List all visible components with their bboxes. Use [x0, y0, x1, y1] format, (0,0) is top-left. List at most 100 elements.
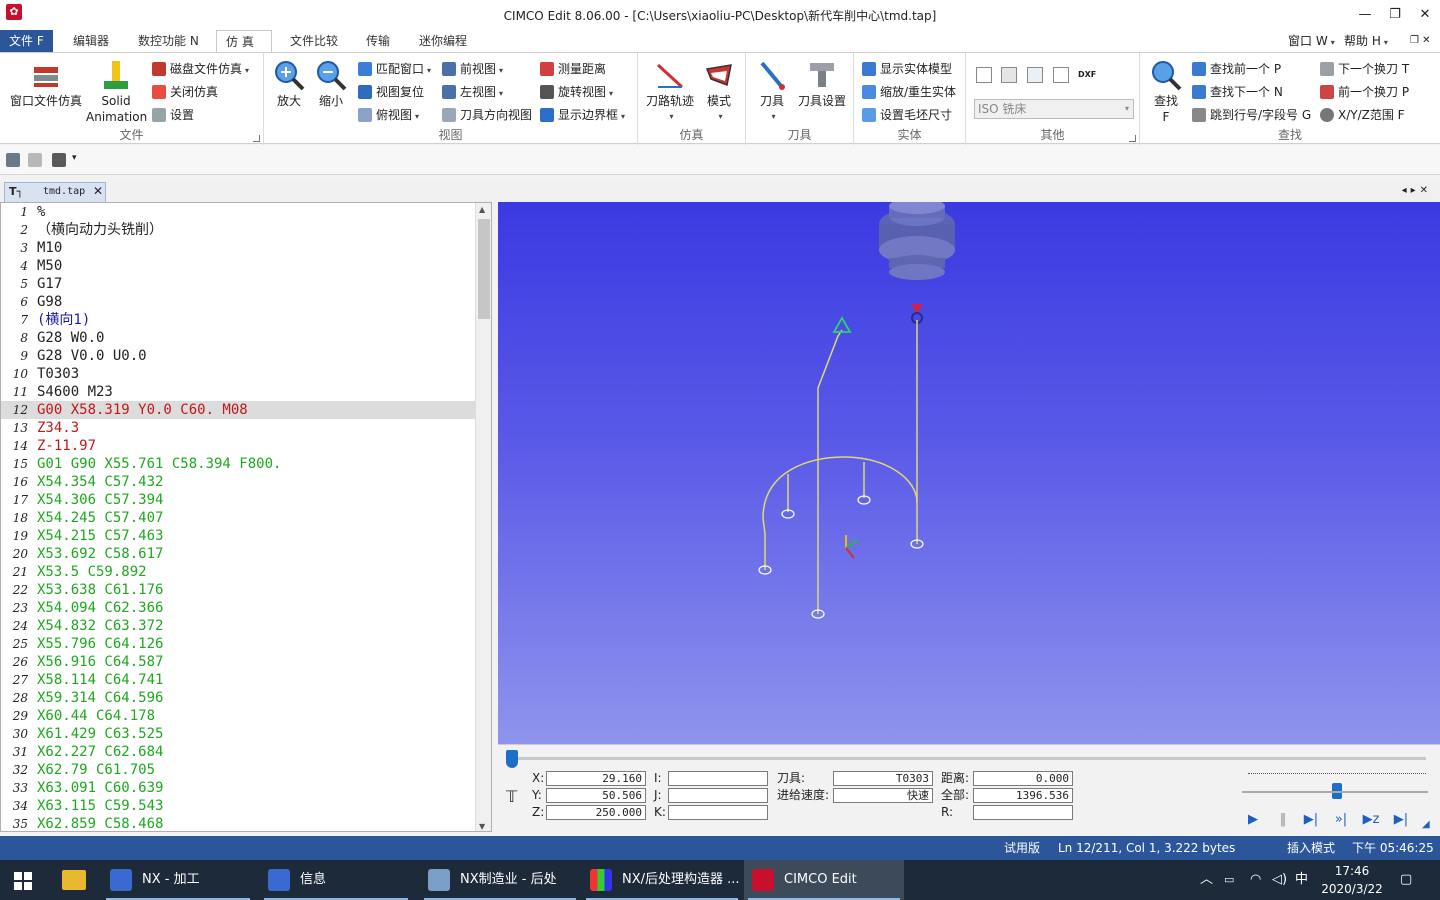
mdi-restore-icon[interactable]: ❐ ✕	[1410, 30, 1431, 52]
code-line[interactable]: 31 X62.227 C62.684	[1, 743, 475, 761]
code-line[interactable]: 11 S4600 M23	[1, 383, 475, 401]
find-next-button[interactable]: 查找下一个 N	[1192, 82, 1283, 102]
prev-tool-button[interactable]: 前一个换刀 P	[1320, 82, 1409, 102]
code-line[interactable]: 8 G28 W0.0	[1, 329, 475, 347]
stock-size-button[interactable]: 设置毛坯尺寸	[862, 105, 952, 125]
skip-to-next-icon[interactable]: »|	[1332, 811, 1350, 829]
volume-icon[interactable]: ◁)	[1272, 860, 1287, 900]
menu-help[interactable]: 帮助 H ▾	[1344, 30, 1388, 52]
qat-customize-icon[interactable]: ▾	[72, 153, 77, 163]
code-line[interactable]: 9 G28 V0.0 U0.0	[1, 347, 475, 365]
taskbar-item-nx-post[interactable]: NX制造业 - 后处理...	[420, 860, 580, 900]
code-line[interactable]: 26 X56.916 C64.587	[1, 653, 475, 671]
code-line[interactable]: 22 X53.638 C61.176	[1, 581, 475, 599]
code-line[interactable]: 3 M10	[1, 239, 475, 257]
code-editor[interactable]: 1% 2 （横向动力头铣削） 3 M10 4 M50 5 G17 6 G98 7 (横向1) 8 G28 W…	[0, 202, 492, 832]
scroll-down-icon[interactable]: ▼	[479, 822, 485, 831]
close-button[interactable]: ✕	[1410, 5, 1440, 25]
undo-icon[interactable]	[28, 153, 42, 167]
toolpath-button[interactable]: 刀路轨迹 ▾	[644, 57, 696, 125]
code-line[interactable]: 33 X63.091 C60.639	[1, 779, 475, 797]
step-forward-icon[interactable]: ▶|	[1302, 811, 1320, 829]
code-line[interactable]: 12 G00 X58.319 Y0.0 C60. M08	[1, 401, 475, 419]
battery-icon[interactable]: ▭	[1224, 860, 1234, 900]
network-icon[interactable]: ◠	[1250, 860, 1261, 900]
show-bounds-button[interactable]: 显示边界框 ▾	[540, 105, 625, 125]
code-line[interactable]: 15 G01 G90 X55.761 C58.394 F800.	[1, 455, 475, 473]
settings-button[interactable]: 设置	[152, 105, 194, 125]
sim-progress-thumb[interactable]	[506, 750, 518, 768]
pause-icon[interactable]: ‖	[1274, 811, 1292, 829]
code-line[interactable]: 29 X60.44 C64.178	[1, 707, 475, 725]
editor-vertical-scrollbar[interactable]: ▲ ▼	[475, 203, 491, 831]
code-line[interactable]: 27 X58.114 C64.741	[1, 671, 475, 689]
scrollbar-thumb[interactable]	[478, 219, 490, 319]
tab-mini-programming[interactable]: 迷你编程	[410, 30, 476, 52]
code-line[interactable]: 1%	[1, 203, 475, 221]
notifications-icon[interactable]: ▢	[1400, 860, 1412, 900]
tool-setup-button[interactable]: 刀具设置	[794, 57, 850, 109]
taskbar-item-nx-machining[interactable]: NX - 加工	[102, 860, 254, 900]
reset-view-button[interactable]: 视图复位	[358, 82, 424, 102]
solid-animation-button[interactable]: Solid Animation	[86, 57, 147, 125]
code-line[interactable]: 30 X61.429 C63.525	[1, 725, 475, 743]
dxf-icon[interactable]: DXF	[1078, 67, 1096, 83]
mode-button[interactable]: 模式 ▾	[696, 57, 742, 125]
restore-button[interactable]: ❐	[1380, 5, 1410, 25]
code-line[interactable]: 5 G17	[1, 275, 475, 293]
tab-file-compare[interactable]: 文件比较	[281, 30, 347, 52]
zoom-out-button[interactable]: 缩小	[312, 57, 350, 109]
export-icon[interactable]	[976, 67, 992, 83]
doc-tab-close-icon[interactable]: ✕	[93, 184, 103, 198]
code-line[interactable]: 24 X54.832 C63.372	[1, 617, 475, 635]
code-line[interactable]: 28 X59.314 C64.596	[1, 689, 475, 707]
code-line[interactable]: 14 Z-11.97	[1, 437, 475, 455]
taskbar-clock[interactable]: 17:46 2020/3/22	[1320, 862, 1384, 898]
front-view-button[interactable]: 前视图 ▾	[442, 59, 503, 79]
tool-dir-view-button[interactable]: 刀具方向视图	[442, 105, 532, 125]
resize-grip-icon[interactable]: ◢	[1422, 819, 1430, 830]
code-line[interactable]: 21 X53.5 C59.892	[1, 563, 475, 581]
stl-icon[interactable]	[1001, 67, 1017, 83]
show-solid-button[interactable]: 显示实体模型	[862, 59, 952, 79]
taskbar-item-info[interactable]: 信息	[260, 860, 412, 900]
find-button[interactable]: 查找 F	[1146, 57, 1186, 125]
code-line[interactable]: 19 X54.215 C57.463	[1, 527, 475, 545]
doc-tab-tmd[interactable]: T┐ tmd.tap ✕	[4, 182, 106, 202]
skip-end-icon[interactable]: ▶|	[1392, 811, 1410, 829]
code-line[interactable]: 35 X62.859 C58.468	[1, 815, 475, 831]
code-line[interactable]: 20 X53.692 C58.617	[1, 545, 475, 563]
code-line[interactable]: 17 X54.306 C57.394	[1, 491, 475, 509]
goto-line-button[interactable]: 跳到行号/字段号 G	[1192, 105, 1311, 125]
bitmap-icon[interactable]	[1027, 67, 1043, 83]
code-line[interactable]: 7 (横向1)	[1, 311, 475, 329]
tab-transfer[interactable]: 传输	[357, 30, 399, 52]
tab-nav-arrows-icon[interactable]: ◂▸✕	[1402, 185, 1432, 196]
measure-button[interactable]: 测量距离	[540, 59, 606, 79]
code-line[interactable]: 23 X54.094 C62.366	[1, 599, 475, 617]
taskbar-item-cimco[interactable]: CIMCO Edit 8.06....	[744, 860, 904, 900]
close-sim-button[interactable]: 关闭仿真	[152, 82, 218, 102]
scroll-up-icon[interactable]: ▲	[479, 205, 485, 214]
top-view-button[interactable]: 俯视图 ▾	[358, 105, 419, 125]
grid-icon[interactable]	[1053, 67, 1069, 83]
code-line[interactable]: 10 T0303	[1, 365, 475, 383]
code-line[interactable]: 16 X54.354 C57.432	[1, 473, 475, 491]
file-explorer-icon[interactable]	[62, 870, 86, 890]
speed-slider-track[interactable]	[1242, 791, 1428, 793]
code-line[interactable]: 25 X55.796 C64.126	[1, 635, 475, 653]
code-line[interactable]: 2 （横向动力头铣削）	[1, 221, 475, 239]
tab-file[interactable]: 文件 F	[0, 30, 53, 52]
machine-select[interactable]: ISO 铣床 ▾	[974, 99, 1134, 119]
play-icon[interactable]: ▶	[1244, 811, 1262, 829]
file-group-launcher[interactable]	[253, 135, 260, 142]
code-line[interactable]: 34 X63.115 C59.543	[1, 797, 475, 815]
ime-indicator[interactable]: 中	[1295, 860, 1308, 900]
skip-z-icon[interactable]: ▶z	[1362, 811, 1380, 829]
code-line[interactable]: 6 G98	[1, 293, 475, 311]
find-prev-button[interactable]: 查找前一个 P	[1192, 59, 1281, 79]
tab-nc-functions[interactable]: 数控功能 N	[129, 30, 208, 52]
left-view-button[interactable]: 左视图 ▾	[442, 82, 503, 102]
simulation-3d-view[interactable]	[498, 198, 1440, 744]
tray-overflow-icon[interactable]: ︿	[1200, 860, 1213, 900]
